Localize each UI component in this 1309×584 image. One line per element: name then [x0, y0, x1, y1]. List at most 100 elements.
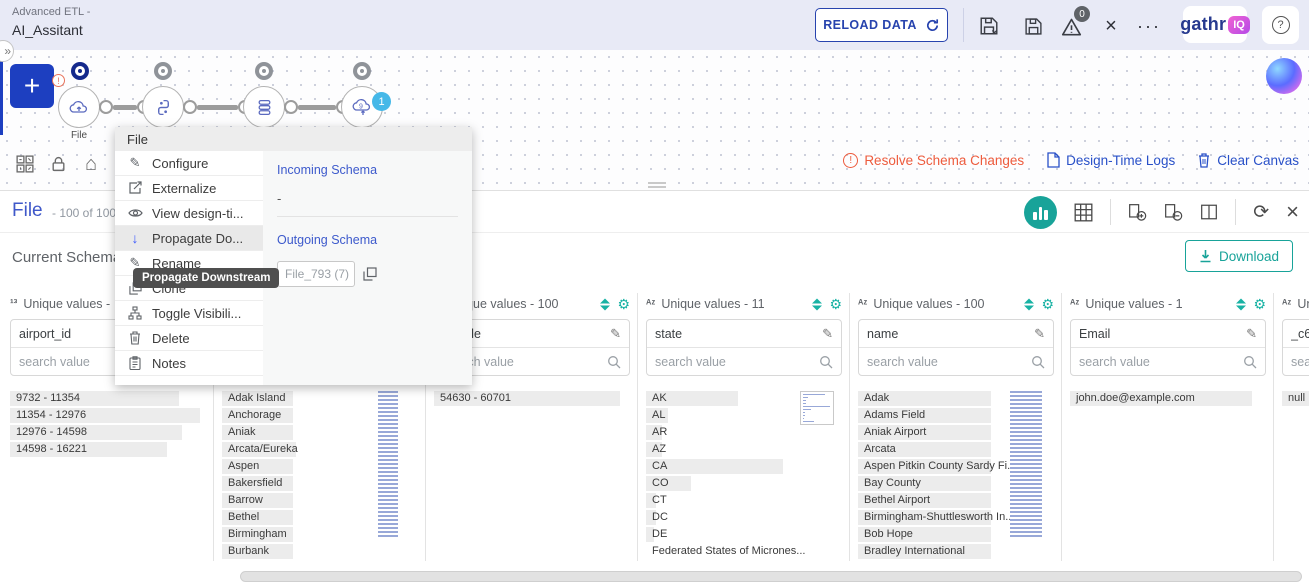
refresh-preview-icon[interactable]: ⟳ [1253, 201, 1269, 224]
value-label: Bay County [864, 477, 921, 489]
column-settings-gear-icon[interactable]: ⚙ [829, 297, 842, 311]
horizontal-scrollbar[interactable] [240, 571, 1302, 582]
edit-field-pencil-icon[interactable]: ✎ [1246, 326, 1257, 342]
value-label: Adak [864, 392, 889, 404]
design-time-logs-link[interactable]: Design-Time Logs [1046, 152, 1175, 168]
clear-canvas-link[interactable]: Clear Canvas [1197, 152, 1299, 168]
value-label: CO [652, 477, 669, 489]
gathr-logo: gathr IQ [1183, 6, 1247, 43]
edit-field-pencil-icon[interactable]: ✎ [610, 326, 621, 342]
menu-item-externalize[interactable]: Externalize [115, 176, 263, 201]
profile-view-icon[interactable] [1024, 196, 1057, 229]
help-icon: ? [1272, 16, 1290, 34]
alerts-icon[interactable]: 0 [1060, 15, 1082, 37]
mini-histogram [1010, 391, 1042, 539]
table-view-icon[interactable] [1074, 203, 1093, 222]
column-type-icon: ᴬᶻ [858, 298, 867, 310]
copy-icon[interactable] [363, 267, 377, 281]
column-header: ᴬᶻUnique values -⚙ [1282, 295, 1309, 313]
value-label: AZ [652, 443, 666, 455]
value-label: Barrow [228, 494, 263, 506]
field-name: name [867, 327, 1034, 341]
ai-assistant-orb[interactable] [1266, 58, 1302, 94]
edit-field-pencil-icon[interactable]: ✎ [822, 326, 833, 342]
download-button[interactable]: Download [1185, 240, 1293, 272]
edit-field-pencil-icon[interactable]: ✎ [1034, 326, 1045, 342]
node-visibility-eye-icon[interactable] [255, 62, 273, 80]
search-value-input[interactable] [867, 355, 1031, 369]
menu-item-propagate-downstream[interactable]: ↓ Propagate Do... [115, 226, 263, 251]
menu-item-notes[interactable]: Notes [115, 351, 263, 376]
design-time-logs-label: Design-Time Logs [1066, 153, 1175, 168]
add-column-icon[interactable] [1128, 203, 1147, 222]
column-settings-gear-icon[interactable]: ⚙ [617, 297, 630, 311]
node-visibility-eye-icon[interactable] [154, 62, 172, 80]
sort-icon[interactable] [811, 298, 823, 311]
save-version-icon[interactable] [978, 15, 1000, 37]
sort-icon[interactable] [1023, 298, 1035, 311]
search-value-input[interactable] [1079, 355, 1243, 369]
node-port[interactable] [183, 100, 197, 114]
value-label: Bradley International [864, 545, 965, 557]
remove-column-icon[interactable] [1164, 203, 1183, 222]
value-label: Aspen Pitkin County Sardy Fi... [864, 460, 1016, 472]
value-label: Federated States of Micrones... [652, 545, 805, 557]
unique-values-label: Unique values - [1297, 297, 1309, 311]
menu-item-delete[interactable]: Delete [115, 326, 263, 351]
node-port[interactable] [284, 100, 298, 114]
node-file-source[interactable] [58, 86, 100, 128]
add-component-button[interactable]: + [10, 64, 54, 108]
column-settings-gear-icon[interactable]: ⚙ [1041, 297, 1054, 311]
schema-column-name: ᴬᶻUnique values - 100⚙name✎AdakAdams Fie… [858, 293, 1062, 561]
sort-icon[interactable] [599, 298, 611, 311]
node-python[interactable] [142, 86, 184, 128]
search-icon [1243, 355, 1257, 369]
eye-icon [127, 207, 143, 219]
column-field-box: Email✎ [1070, 319, 1266, 376]
node-visibility-eye-icon[interactable] [353, 62, 371, 80]
grid-view-icon[interactable] [14, 153, 36, 175]
refresh-icon [925, 18, 940, 33]
sort-icon[interactable] [1235, 298, 1247, 311]
close-pipeline-icon[interactable]: × [1100, 15, 1122, 37]
resolve-schema-changes-link[interactable]: ! Resolve Schema Changes [843, 153, 1024, 168]
node-visibility-eye-icon[interactable] [71, 62, 89, 80]
search-icon [607, 355, 621, 369]
incoming-schema-value: - [277, 191, 458, 206]
node-dataset[interactable] [243, 86, 285, 128]
value-label: AR [652, 426, 667, 438]
reload-data-button[interactable]: RELOAD DATA [815, 8, 948, 42]
column-settings-gear-icon[interactable]: ⚙ [1253, 297, 1266, 311]
search-value-input[interactable] [1291, 355, 1309, 369]
canvas-actions: ! Resolve Schema Changes Design-Time Log… [843, 152, 1299, 168]
outgoing-schema-field[interactable]: File_793 (7) [277, 261, 355, 287]
download-icon [1199, 249, 1212, 263]
close-preview-icon[interactable]: × [1286, 199, 1299, 225]
menu-item-toggle-visibility[interactable]: Toggle Visibili... [115, 301, 263, 326]
menu-item-configure[interactable]: ✎ Configure [115, 151, 263, 176]
toolbar-divider [1235, 199, 1236, 225]
column-field-box: state✎ [646, 319, 842, 376]
menu-item-view-design-time[interactable]: View design-ti... [115, 201, 263, 226]
column-values-list: 54630 - 60701 [434, 391, 630, 561]
home-icon[interactable]: ⌂ [80, 153, 102, 175]
panel-resize-handle[interactable] [648, 182, 666, 188]
value-label: Bakersfield [228, 477, 282, 489]
python-icon [155, 99, 172, 116]
value-row: 12976 - 14598 [10, 425, 206, 440]
more-options-icon[interactable]: ··· [1138, 15, 1160, 37]
incoming-schema-label: Incoming Schema [277, 163, 458, 177]
lock-icon[interactable] [47, 153, 69, 175]
svg-text:9: 9 [359, 103, 363, 110]
schema-divider [277, 216, 458, 217]
menu-item-label: View design-ti... [152, 206, 244, 221]
search-value-input[interactable] [655, 355, 819, 369]
node-port[interactable] [99, 100, 113, 114]
split-view-icon[interactable] [1200, 203, 1218, 221]
help-button[interactable]: ? [1262, 6, 1299, 44]
database-stack-icon [257, 99, 272, 116]
save-icon[interactable] [1022, 15, 1044, 37]
value-label: Bethel [228, 511, 259, 523]
field-name: state [655, 327, 822, 341]
column-header: ᴬᶻUnique values - 1⚙ [1070, 295, 1266, 313]
